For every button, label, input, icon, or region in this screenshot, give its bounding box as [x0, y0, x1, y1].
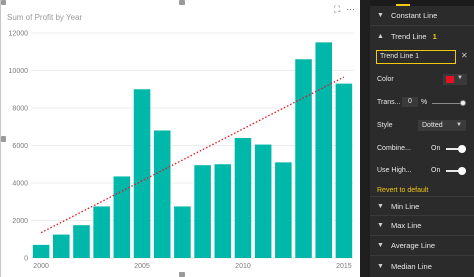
transparency-slider-thumb[interactable]	[460, 100, 466, 106]
max-line-label: Max Line	[391, 221, 422, 230]
color-picker[interactable]: ▼	[443, 74, 467, 85]
combine-label: Combine...	[377, 145, 411, 152]
section-constant-line[interactable]: ▼ Constant Line	[370, 6, 474, 26]
combine-toggle-knob[interactable]	[458, 145, 466, 153]
y-tick-label: 2000	[12, 218, 28, 225]
trend-line-count: 1	[432, 31, 437, 41]
x-tick-label: 2005	[134, 263, 150, 270]
bar-2013[interactable]	[295, 59, 312, 258]
bar-2007[interactable]	[174, 206, 191, 258]
average-line-label: Average Line	[391, 241, 436, 250]
x-tick-label: 2015	[336, 263, 352, 270]
constant-line-label: Constant Line	[391, 11, 438, 20]
section-min-line[interactable]: ▼ Min Line	[370, 196, 474, 216]
bar-2002[interactable]	[73, 225, 90, 258]
use-high-value: On	[431, 167, 441, 174]
bar-2005[interactable]	[133, 89, 151, 258]
y-tick-label: 4000	[12, 181, 28, 188]
bar-2006[interactable]	[153, 130, 171, 259]
section-average-line[interactable]: ▼ Average Line	[370, 236, 474, 256]
median-line-label: Median Line	[391, 261, 432, 271]
chevron-down-icon: ▼	[377, 12, 384, 19]
chevron-down-icon: ▼	[456, 122, 462, 128]
pane-edge	[360, 0, 370, 277]
bar-2015[interactable]	[335, 83, 353, 258]
section-median-line[interactable]: ▼ Median Line	[370, 256, 474, 276]
bar-2001[interactable]	[53, 234, 70, 258]
bar-2004[interactable]	[113, 176, 131, 258]
transparency-unit: %	[421, 99, 428, 106]
transparency-input[interactable]: 0	[402, 97, 418, 107]
use-high-toggle-knob[interactable]	[458, 167, 466, 175]
chevron-down-icon: ▼	[377, 202, 384, 210]
section-max-line[interactable]: ▼ Max Line	[370, 216, 474, 236]
style-label: Style	[377, 122, 393, 129]
trend-name-input[interactable]: Trend Line 1	[376, 50, 456, 64]
style-select[interactable]: Dotted ▼	[418, 120, 466, 131]
chart-plot: 0 2000 4000 6000 8000 10000 12000 2000 2005 2010 2…	[9, 31, 354, 270]
chevron-up-icon: ▲	[377, 32, 384, 40]
analytics-pane: ▼ Constant Line ▲ Trend Line 1 Trend Lin…	[370, 0, 474, 277]
y-tick-label: 10000	[9, 68, 29, 75]
delete-line-icon[interactable]: ✕	[461, 51, 468, 60]
bar-2011[interactable]	[254, 144, 272, 258]
bar-2000[interactable]	[32, 244, 50, 258]
x-tick-label: 2000	[33, 263, 49, 270]
style-value: Dotted	[422, 122, 443, 129]
combine-value: On	[431, 145, 441, 152]
x-tick-label: 2010	[235, 263, 251, 270]
min-line-label: Min Line	[391, 201, 420, 211]
trend-line-label: Trend Line	[391, 31, 427, 41]
chevron-down-icon: ▼	[377, 242, 384, 249]
bar-2003[interactable]	[93, 206, 110, 258]
chart-visual[interactable]: Sum of Profit by Year ⛶ ⋯ 0 2000 4000 6000 8…	[0, 0, 362, 277]
bar-2009[interactable]	[214, 164, 232, 258]
chevron-down-icon: ▼	[377, 222, 384, 229]
chevron-down-icon: ▼	[377, 262, 384, 270]
bar-2012[interactable]	[275, 162, 292, 258]
section-trend-line[interactable]: ▲ Trend Line 1	[370, 26, 474, 46]
chevron-down-icon: ▼	[457, 75, 463, 81]
bar-2014[interactable]	[315, 42, 332, 258]
bar-2010[interactable]	[234, 138, 252, 258]
color-label: Color	[377, 76, 394, 83]
transparency-label: Trans...	[377, 99, 401, 106]
revert-to-default-link[interactable]: Revert to default	[377, 187, 428, 194]
y-tick-label: 8000	[12, 106, 28, 113]
bar-2008[interactable]	[194, 165, 211, 258]
trend-line-settings: Trend Line 1 ✕ Color ▼ Trans... 0 % Styl…	[370, 46, 474, 196]
y-tick-label: 6000	[12, 143, 28, 150]
y-tick-label: 0	[24, 256, 28, 263]
use-high-label: Use High...	[377, 167, 412, 174]
color-swatch	[446, 76, 454, 83]
y-tick-label: 12000	[9, 31, 29, 38]
